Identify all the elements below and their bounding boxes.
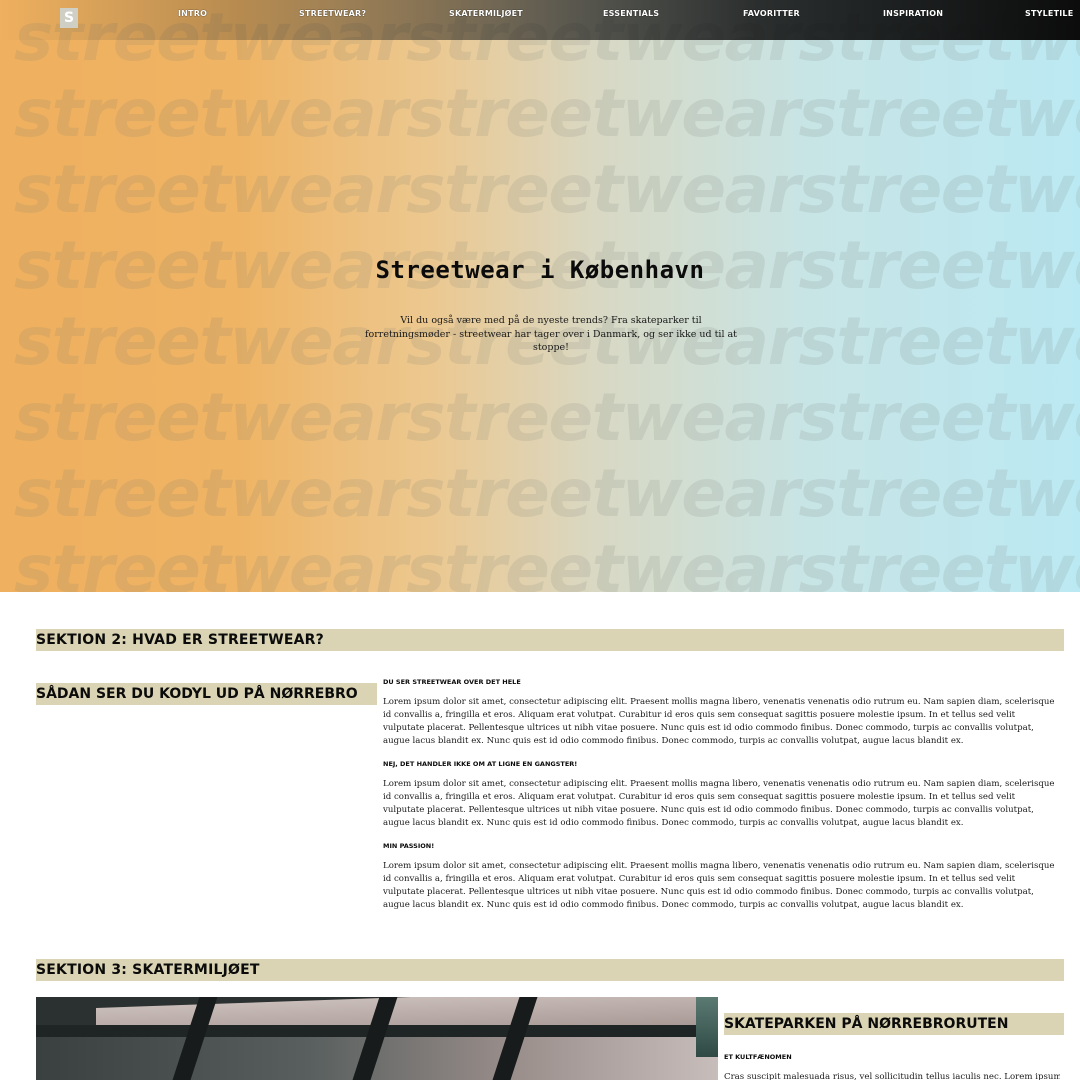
article-heading: Nej, det handler ikke om at ligne en gan… [383,760,578,768]
section-3-heading: Et kultfænomen [724,1053,792,1061]
hero-watermark: streetwearstreetwearstreetwear [14,75,1080,152]
nav-item-essentials[interactable]: Essentials [603,9,659,18]
site-logo[interactable]: S [60,8,78,28]
nav-item-favoritter[interactable]: Favoritter [743,9,800,18]
photo-window [696,997,718,1057]
hero-section: streetwearstreetwearstreetwear streetwea… [0,0,1080,592]
article-heading: Min passion! [383,842,435,850]
nav-item-inspiration[interactable]: Inspiration [883,9,943,18]
nav-item-streetwear[interactable]: Streetwear? [299,9,366,18]
article-paragraph: Lorem ipsum dolor sit amet, consectetur … [383,697,1055,746]
section-3-subheader: Skateparken på Nørrebroruten [724,1013,1064,1035]
skatepark-photo [36,997,718,1080]
hero-watermark: streetwearstreetwearstreetwear [14,379,1080,456]
hero-watermark: streetwearstreetwearstreetwear [14,531,1080,593]
nav-item-styletile[interactable]: Styletile [1025,9,1073,18]
section-2-subheader: Sådan ser du kodyl ud på Nørrebro [36,683,377,705]
hero-watermark: streetwearstreetwearstreetwear [14,151,1080,228]
hero-title: Streetwear i København [375,256,705,284]
hero-intro-text: Vil du også være med på de nyeste trends… [365,315,737,353]
top-navigation: S Intro Streetwear? Skatermiljøet Essent… [0,0,1080,40]
article-heading: Du ser streetwear over det hele [383,678,521,686]
section-3-header: Sektion 3: Skatermiljøet [36,959,1064,981]
section-2-subtitle: Sådan ser du kodyl ud på Nørrebro [36,686,358,702]
section-3-subtitle: Skateparken på Nørrebroruten [724,1016,1009,1032]
article-paragraph: Lorem ipsum dolor sit amet, consectetur … [383,861,1055,910]
hero-watermark: streetwearstreetwearstreetwear [14,455,1080,532]
section-2-title: Sektion 2: Hvad er streetwear? [36,632,324,648]
section-3-paragraph: Cras suscipit malesuada risus, vel solli… [724,1072,1060,1080]
section-3-title: Sektion 3: Skatermiljøet [36,962,260,978]
section-2-article: Du ser streetwear over det hele Lorem ip… [383,678,1059,924]
nav-item-skatermiljoet[interactable]: Skatermiljøet [449,9,523,18]
article-paragraph: Lorem ipsum dolor sit amet, consectetur … [383,779,1055,828]
section-2-header: Sektion 2: Hvad er streetwear? [36,629,1064,651]
nav-item-intro[interactable]: Intro [178,9,207,18]
